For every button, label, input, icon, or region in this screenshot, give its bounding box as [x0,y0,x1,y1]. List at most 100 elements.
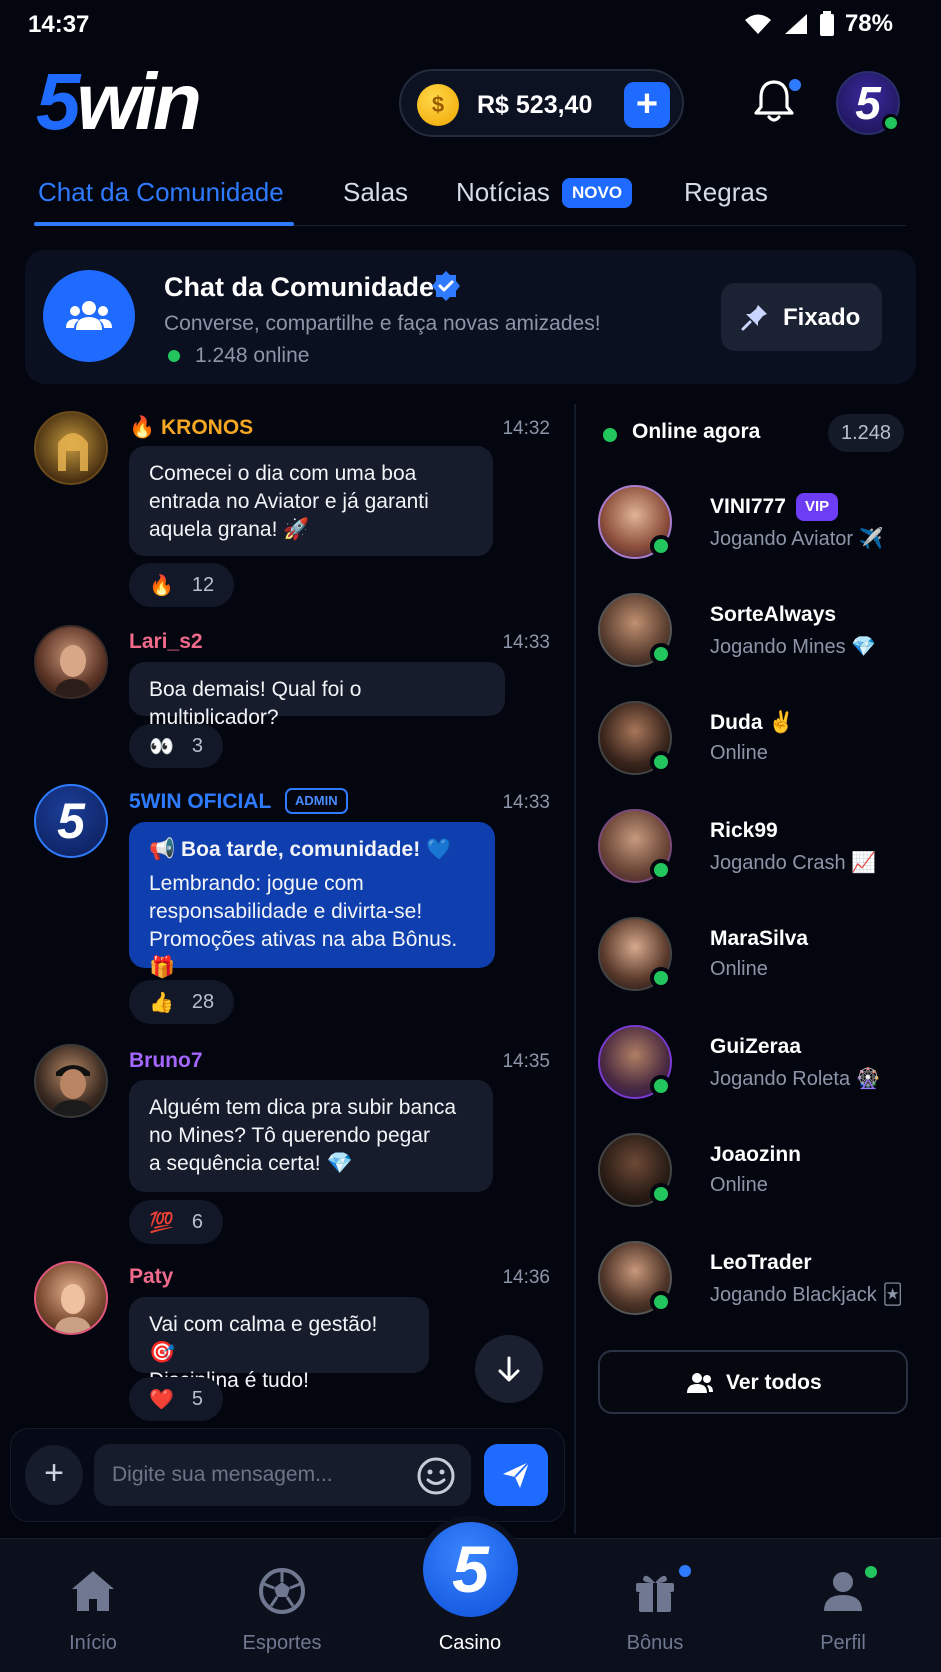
online-user[interactable]: MaraSilva Online [598,917,928,997]
message-time: 14:35 [502,1051,550,1072]
avatar[interactable] [34,1261,108,1335]
column-divider [574,404,576,1534]
tab-rules[interactable]: Regras [684,177,768,208]
admin-badge: ADMIN [285,788,348,814]
vip-badge: VIP [796,493,839,521]
nav-profile[interactable]: Perfil [773,1539,913,1672]
reaction-count: 3 [191,734,204,757]
user-name: Rick99 [710,819,778,842]
send-button[interactable] [484,1444,548,1506]
emoji-icon[interactable] [416,1456,456,1496]
reaction-emoji: ❤️ [149,1388,174,1411]
message-bubble: Boa demais! Qual foi o multiplicador? [129,662,505,729]
community-subtitle: Converse, compartilhe e faça novas amiza… [164,312,601,335]
chat-messages[interactable]: 🔥 KRONOS 14:32 Comecei o dia com uma boa… [0,400,575,1430]
online-status-dot [650,643,672,665]
online-dot [168,350,180,362]
see-all-button[interactable]: Ver todos [598,1350,908,1414]
nav-home[interactable]: Início [23,1539,163,1672]
home-icon [72,1571,114,1611]
reaction-emoji: 👍 [149,991,174,1014]
message-time: 14:36 [502,1267,550,1288]
user-status: Online [710,958,768,980]
message-input[interactable] [94,1444,471,1506]
community-online-count: 1.248 online [195,344,310,367]
user-name: Duda ✌️ [710,711,795,734]
attach-button[interactable]: + [25,1445,83,1505]
nav-sports[interactable]: Esportes [212,1539,352,1672]
casino-logo-button[interactable]: 5 [423,1522,518,1617]
tab-community-chat[interactable]: Chat da Comunidade [38,177,284,208]
avatar[interactable] [34,1044,108,1118]
reaction-chip[interactable]: ❤️ 5 [129,1377,224,1421]
online-user[interactable]: LeoTrader Jogando Blackjack 🃏 [598,1241,928,1321]
add-funds-button[interactable]: + [624,82,670,128]
tab-news[interactable]: Notícias [456,177,550,208]
reaction-count: 28 [191,990,215,1013]
nav-bonus[interactable]: Bônus [585,1539,725,1672]
announcement-heading: 📢 Boa tarde, comunidade! 💙 [149,838,453,861]
reaction-chip[interactable]: 🔥 12 [129,563,235,607]
reaction-emoji: 💯 [149,1211,174,1234]
profile-icon [824,1572,862,1611]
online-status-dot [650,967,672,989]
avatar[interactable] [34,411,108,485]
community-card: Chat da Comunidade Converse, compartilhe… [25,250,916,384]
official-avatar[interactable]: 5 [34,784,108,858]
reaction-chip[interactable]: 💯 6 [129,1200,224,1244]
bottom-navigation: Início Esportes Casino 5 Bônus Perfil [0,1522,941,1672]
balance-pill[interactable]: $ R$ 523,40 + [399,69,684,137]
app-logo[interactable]: 5win [36,62,202,142]
message-author[interactable]: Bruno7 [129,1049,203,1073]
online-user[interactable]: GuiZeraa Jogando Roleta 🎡 [598,1025,928,1105]
user-status: Jogando Aviator ✈️ [710,528,884,550]
online-status-dot [650,1183,672,1205]
user-name: GuiZeraa [710,1035,802,1058]
reaction-chip[interactable]: 👀 3 [129,724,224,768]
user-name: Joaozinn [710,1143,802,1166]
user-status: Online [710,1174,768,1196]
status-time: 14:37 [28,11,90,38]
message-bubble: Comecei o dia com uma boa entrada no Avi… [129,446,493,556]
reaction-emoji: 👀 [149,735,174,758]
send-icon [503,1461,530,1488]
user-status: Jogando Roleta 🎡 [710,1068,881,1090]
online-user[interactable]: VINI777 VIP Jogando Aviator ✈️ [598,485,928,565]
status-bar: 14:37 78% [0,0,941,50]
online-user[interactable]: Duda ✌️ Online [598,701,928,781]
message-author[interactable]: Paty [129,1265,173,1289]
online-dot [603,428,617,442]
message-composer: + [10,1428,565,1522]
gift-icon [636,1575,674,1612]
reaction-chip[interactable]: 👍 28 [129,980,235,1024]
scroll-down-button[interactable] [475,1335,543,1403]
pinned-button[interactable]: Fixado [721,283,882,351]
user-status: Jogando Crash 📈 [710,852,877,874]
online-status-dot [650,751,672,773]
message-bubble: 📢 Boa tarde, comunidade! 💙 Lembrando: jo… [129,822,495,979]
online-title: Online agora [632,420,761,443]
online-user[interactable]: Joaozinn Online [598,1133,928,1213]
battery-percent: 78% [844,10,893,37]
active-tab-indicator [34,222,294,226]
user-status: Jogando Mines 💎 [710,636,877,658]
message-bubble: Alguém tem dica pra subir banca no Mines… [129,1080,493,1192]
online-user[interactable]: Rick99 Jogando Crash 📈 [598,809,928,889]
online-user[interactable]: SorteAlways Jogando Mines 💎 [598,593,928,673]
profile-online-dot [865,1566,877,1578]
tab-rooms[interactable]: Salas [343,177,408,208]
reaction-count: 5 [191,1387,204,1410]
user-online-dot [882,114,900,132]
user-name: LeoTrader [710,1251,812,1274]
reaction-count: 6 [191,1210,204,1233]
reaction-count: 12 [191,573,215,596]
new-badge: NOVO [562,178,633,208]
message-author[interactable]: Lari_s2 [129,630,203,654]
bonus-notification-dot [679,1565,691,1577]
message-author[interactable]: 5WIN OFICIAL [129,790,271,814]
avatar[interactable] [34,625,108,699]
message-author[interactable]: 🔥 KRONOS [129,416,253,440]
group-icon [43,270,135,362]
tab-bar: Chat da Comunidade Salas Notícias NOVO R… [0,165,941,227]
soccer-ball-icon [259,1568,305,1614]
